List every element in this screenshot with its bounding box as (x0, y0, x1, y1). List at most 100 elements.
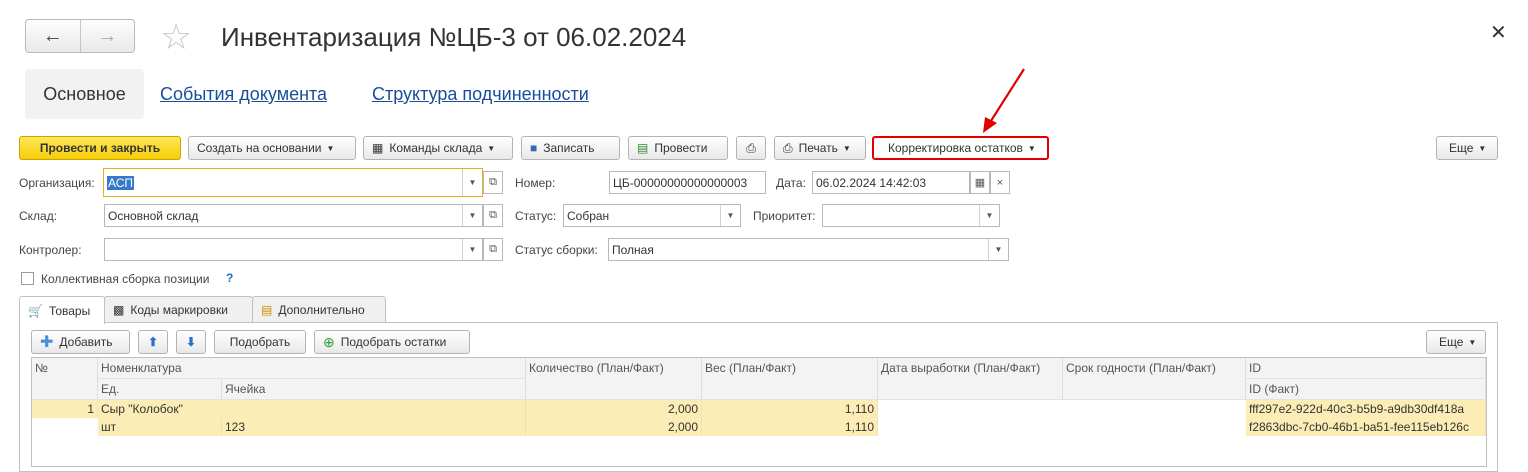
calendar-icon[interactable]: ▦ (970, 171, 990, 194)
plus-icon: ✚ (40, 334, 54, 351)
priority-label: Приоритет: (753, 209, 816, 223)
post-label: Провести (654, 141, 708, 155)
assembly-status-value: Полная (612, 242, 654, 257)
add-button[interactable]: ✚ Добавить (31, 330, 130, 354)
dropdown-arrow-icon[interactable]: ▼ (979, 205, 999, 226)
more-label: Еще (1449, 141, 1474, 155)
dropdown-arrow-icon[interactable]: ▼ (462, 239, 482, 260)
create-based-on-label: Создать на основании (197, 141, 322, 155)
tab-marking-codes[interactable]: ▩ Коды маркировки (104, 296, 253, 323)
status-label: Статус: (515, 209, 557, 223)
row-quantity-fact[interactable]: 2,000 (526, 418, 702, 436)
column-header-id[interactable]: ID (1246, 358, 1486, 379)
warehouse-field[interactable]: Основной склад ▼ (104, 204, 483, 227)
dropdown-arrow-icon[interactable]: ▼ (720, 205, 740, 226)
date-field[interactable]: 06.02.2024 14:42:03 (812, 171, 970, 194)
row-cell[interactable]: 123 (222, 418, 526, 436)
print-button[interactable]: ⎙ Печать ▼ (774, 136, 866, 160)
more-button[interactable]: Еще ▼ (1436, 136, 1498, 160)
stock-adjustment-label: Корректировка остатков (888, 141, 1023, 155)
date-value: 06.02.2024 14:42:03 (816, 175, 927, 190)
move-down-button[interactable]: ⬇ (176, 330, 206, 354)
row-quantity-plan[interactable]: 2,000 (526, 400, 702, 418)
tab-additional[interactable]: ▤ Дополнительно (252, 296, 386, 323)
priority-field[interactable]: ▼ (822, 204, 1000, 227)
table-more-label: Еще (1439, 335, 1464, 349)
row-id[interactable]: fff297e2-922d-40c3-b5b9-a9db30df418a (1246, 400, 1486, 418)
dropdown-arrow-icon[interactable]: ▼ (462, 169, 482, 196)
column-header-nomenclature[interactable]: Номенклатура (98, 358, 526, 379)
open-controller-icon[interactable]: ⧉ (483, 238, 503, 261)
back-icon[interactable]: ← (26, 20, 80, 52)
cart-icon: 🛒 (28, 303, 43, 318)
status-value: Собран (567, 208, 610, 223)
warehouse-label: Склад: (19, 209, 58, 223)
table-more-button[interactable]: Еще ▼ (1426, 330, 1486, 354)
column-header-unit[interactable]: Ед. (98, 379, 222, 400)
row-id-fact[interactable]: f2863dbc-7cb0-46b1-ba51-fee115eb126c (1246, 418, 1486, 436)
assembly-status-label: Статус сборки: (515, 243, 598, 257)
help-icon[interactable]: ? (226, 271, 233, 285)
printer-icon: ⎙ (783, 140, 793, 155)
tab-document-events[interactable]: События документа (160, 84, 327, 105)
column-header-expiry[interactable]: Срок годности (План/Факт) (1063, 358, 1246, 400)
row-nomenclature[interactable]: Сыр "Колобок" (98, 400, 526, 418)
forward-icon[interactable]: → (79, 20, 135, 52)
tab-main[interactable]: Основное (25, 69, 144, 119)
create-based-on-button[interactable]: Создать на основании ▼ (188, 136, 356, 160)
collective-assembly-checkbox[interactable] (21, 272, 34, 285)
pick-remains-button[interactable]: ⊕ Подобрать остатки (314, 330, 470, 354)
tab-subordination-structure[interactable]: Структура подчиненности (372, 84, 589, 105)
barcode-icon: ▦ (372, 141, 384, 155)
qr-code-icon: ▩ (113, 303, 125, 317)
row-unit[interactable]: шт (98, 418, 222, 436)
clear-date-icon[interactable]: × (990, 171, 1010, 194)
stock-adjustment-button[interactable]: Корректировка остатков ▼ (872, 136, 1049, 160)
annotation-arrow (983, 68, 1025, 133)
tab-marking-codes-label: Коды маркировки (130, 303, 228, 317)
chevron-down-icon: ▼ (1027, 143, 1036, 153)
pick-label: Подобрать (229, 335, 291, 349)
assembly-status-field[interactable]: Полная ▼ (608, 238, 1009, 261)
row-weight-plan[interactable]: 1,110 (702, 400, 878, 418)
warehouse-value: Основной склад (108, 208, 199, 223)
dropdown-arrow-icon[interactable]: ▼ (462, 205, 482, 226)
column-header-production-date[interactable]: Дата выработки (План/Факт) (878, 358, 1063, 400)
controller-label: Контролер: (19, 243, 82, 257)
tab-additional-label: Дополнительно (278, 303, 365, 317)
column-header-quantity[interactable]: Количество (План/Факт) (526, 358, 702, 400)
open-organization-icon[interactable]: ⧉ (483, 171, 503, 194)
row-number[interactable]: 1 (32, 400, 98, 418)
status-field[interactable]: Собран ▼ (563, 204, 741, 227)
column-header-weight[interactable]: Вес (План/Факт) (702, 358, 878, 400)
arrow-down-icon: ⬇ (185, 335, 197, 349)
open-warehouse-icon[interactable]: ⧉ (483, 204, 503, 227)
dropdown-arrow-icon[interactable]: ▼ (988, 239, 1008, 260)
move-up-button[interactable]: ⬆ (138, 330, 168, 354)
plus-circle-icon: ⊕ (323, 333, 335, 350)
tab-goods[interactable]: 🛒 Товары (19, 296, 105, 324)
navigation-buttons: ← → (25, 19, 135, 53)
post-and-close-button[interactable]: Провести и закрыть (19, 136, 181, 160)
collective-assembly-label: Коллективная сборка позиции (41, 272, 210, 286)
organization-field[interactable]: АСП ▼ (103, 168, 483, 197)
favorite-star-icon[interactable]: ☆ (160, 17, 192, 57)
close-icon[interactable]: ✕ (1490, 20, 1507, 45)
date-label: Дата: (776, 176, 806, 190)
number-value: ЦБ-00000000000000003 (613, 175, 748, 190)
post-and-close-label: Провести и закрыть (39, 141, 161, 155)
post-button[interactable]: ▤ Провести (628, 136, 728, 160)
column-header-number[interactable]: № (32, 358, 98, 400)
save-button[interactable]: ■ Записать (521, 136, 620, 160)
warehouse-commands-button[interactable]: ▦ Команды склада ▼ (363, 136, 513, 160)
number-field[interactable]: ЦБ-00000000000000003 (609, 171, 766, 194)
chevron-down-icon: ▼ (842, 143, 851, 153)
print-quick-button[interactable]: ⎙ (736, 136, 766, 160)
column-header-cell[interactable]: Ячейка (222, 379, 526, 400)
column-header-id-fact[interactable]: ID (Факт) (1246, 379, 1486, 400)
row-weight-fact[interactable]: 1,110 (702, 418, 878, 436)
chevron-down-icon: ▼ (1478, 143, 1487, 153)
controller-field[interactable]: ▼ (104, 238, 483, 261)
goods-table: № Номенклатура Количество (План/Факт) Ве… (31, 357, 1487, 467)
pick-button[interactable]: Подобрать (214, 330, 306, 354)
